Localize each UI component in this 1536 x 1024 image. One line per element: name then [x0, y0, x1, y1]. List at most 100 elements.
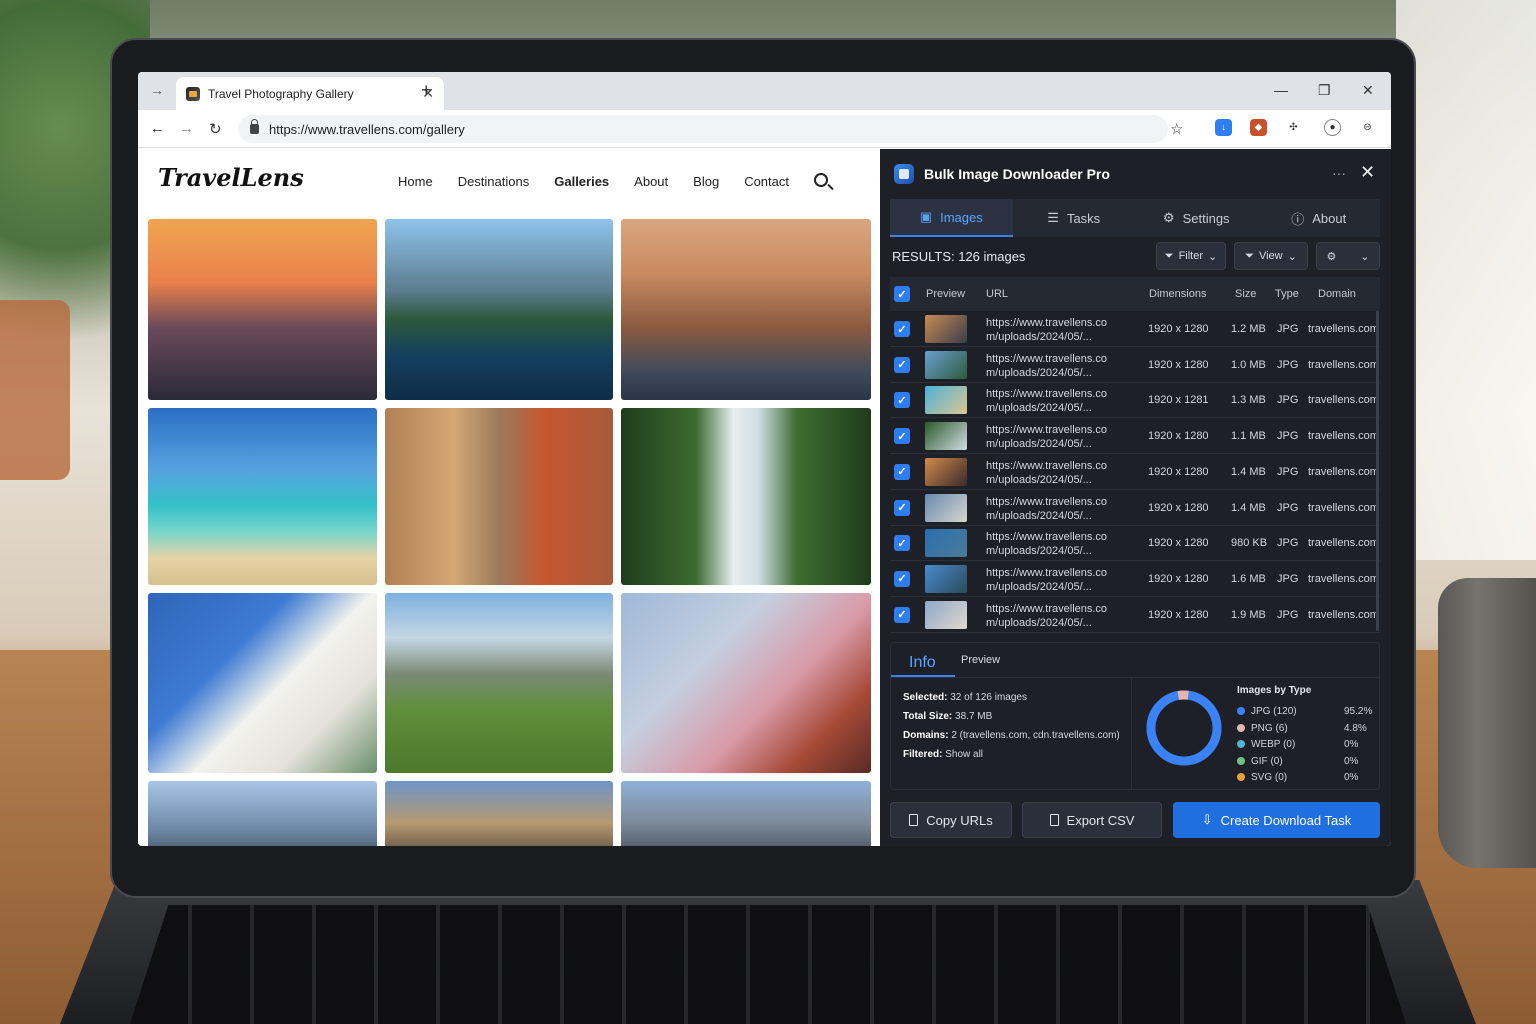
row-url-line1: https://www.travellens.co	[986, 531, 1108, 544]
nav-destinations[interactable]: Destinations	[458, 174, 530, 189]
row-url[interactable]: https://www.travellens.co m/uploads/2024/…	[986, 530, 1107, 558]
row-url[interactable]: https://www.travellens.co m/uploads/2024/…	[986, 566, 1107, 594]
search-icon[interactable]	[814, 173, 828, 187]
tab-tasks[interactable]: ☰ Tasks	[1013, 199, 1136, 237]
row-dimensions: 1920 x 1280	[1148, 358, 1209, 371]
col-size[interactable]: Size	[1235, 288, 1256, 300]
row-checkbox[interactable]: ✓	[894, 606, 910, 623]
extension-red-icon[interactable]: ◆	[1250, 119, 1267, 136]
table-row[interactable]: ✓ https://www.travellens.co m/uploads/2024…	[890, 597, 1380, 633]
row-domain: travellens.com	[1308, 572, 1379, 585]
info-vertical-divider	[1131, 677, 1132, 789]
row-checkbox[interactable]: ✓	[894, 321, 910, 337]
gallery-photo-mountains[interactable]	[148, 781, 377, 846]
more-icon[interactable]: ···	[1332, 165, 1346, 181]
gallery-photo-tropical-beach[interactable]	[148, 408, 377, 585]
table-row[interactable]: ✓ https://www.travellens.co m/uploads/2024…	[890, 347, 1380, 383]
gallery-photo-cliff-village[interactable]	[621, 219, 871, 400]
col-preview[interactable]: Preview	[926, 288, 965, 300]
row-checkbox[interactable]: ✓	[894, 392, 910, 409]
website: TravelLens Home Destinations Galleries A…	[138, 149, 880, 846]
col-domain[interactable]: Domain	[1318, 288, 1356, 300]
col-type[interactable]: Type	[1275, 288, 1299, 300]
restore-icon[interactable]: ❐	[1318, 82, 1331, 99]
row-url[interactable]: https://www.travellens.co m/uploads/2024/…	[986, 352, 1107, 380]
col-url[interactable]: URL	[986, 288, 1008, 300]
close-window-icon[interactable]: ✕	[1362, 82, 1374, 99]
row-checkbox[interactable]: ✓	[894, 570, 910, 587]
row-url[interactable]: https://www.travellens.co m/uploads/2024/…	[986, 316, 1107, 344]
nav-contact[interactable]: Contact	[744, 174, 789, 189]
options-button[interactable]: ⚙ ⌄	[1316, 242, 1380, 270]
url-field[interactable]: https://www.travellens.com/gallery	[238, 115, 1168, 143]
table-row[interactable]: ✓ https://www.travellens.co m/uploads/2024…	[890, 418, 1380, 455]
forward-icon[interactable]: →	[150, 82, 164, 98]
table-row[interactable]: ✓ https://www.travellens.co m/uploads/2024…	[890, 311, 1380, 347]
gallery-photo-santorini[interactable]	[148, 593, 377, 773]
profile-icon[interactable]: ●	[1324, 119, 1341, 136]
copy-urls-button[interactable]: Copy URLs	[890, 802, 1012, 838]
reload-icon[interactable]: ↻	[209, 120, 222, 138]
gallery-photo-sunset-hiker[interactable]	[148, 219, 377, 400]
row-checkbox[interactable]: ✓	[894, 428, 910, 445]
row-url[interactable]: https://www.travellens.co m/uploads/2024/…	[986, 602, 1107, 630]
table-row[interactable]: ✓ https://www.travellens.co m/uploads/2024…	[890, 490, 1380, 526]
info-icon: ⓘ	[1291, 211, 1305, 227]
bookmark-star-icon[interactable]: ☆	[1170, 120, 1183, 138]
row-url-line1: https://www.travellens.co	[986, 602, 1108, 615]
row-url-line2: m/uploads/2024/05/...	[986, 580, 1092, 593]
forward-nav-icon[interactable]: →	[179, 120, 194, 137]
row-checkbox[interactable]: ✓	[894, 463, 910, 480]
row-url[interactable]: https://www.travellens.co m/uploads/2024/…	[986, 423, 1107, 451]
tab-settings[interactable]: ⚙ Settings	[1135, 199, 1258, 237]
row-thumbnail	[925, 386, 967, 415]
row-thumbnail	[925, 350, 967, 379]
row-url[interactable]: https://www.travellens.co m/uploads/2024/…	[986, 387, 1107, 415]
row-url[interactable]: https://www.travellens.co m/uploads/2024/…	[986, 459, 1107, 487]
new-tab-icon[interactable]: +	[421, 80, 432, 101]
gallery-photo-pagoda-fuji[interactable]	[621, 593, 871, 773]
col-dimensions[interactable]: Dimensions	[1149, 288, 1206, 300]
browser-tab[interactable]: Travel Photography Gallery ✕	[176, 77, 444, 110]
view-button[interactable]: ⏷ View ⌄	[1234, 242, 1308, 270]
table-scrollbar[interactable]	[1376, 311, 1379, 631]
row-url[interactable]: https://www.travellens.co m/uploads/2024/…	[986, 495, 1107, 523]
extensions-puzzle-icon[interactable]: ✣	[1285, 119, 1302, 136]
gallery-photo-waterfall[interactable]	[621, 408, 871, 585]
tab-about[interactable]: ⓘ About	[1258, 199, 1381, 237]
select-all-checkbox[interactable]: ✓	[894, 286, 910, 302]
minimize-icon[interactable]: —	[1274, 82, 1288, 98]
type-donut-chart	[1146, 690, 1222, 766]
row-checkbox[interactable]: ✓	[894, 499, 910, 516]
info-tab-info[interactable]: Info	[909, 654, 936, 672]
nav-blog[interactable]: Blog	[693, 174, 719, 189]
legend-count: (0)	[1283, 739, 1296, 750]
create-download-task-button[interactable]: ⇩ Create Download Task	[1173, 802, 1380, 838]
row-checkbox[interactable]: ✓	[894, 535, 910, 552]
nav-galleries[interactable]: Galleries	[554, 174, 609, 189]
close-panel-icon[interactable]: ✕	[1360, 162, 1375, 183]
gallery-photo-city-skyline[interactable]	[385, 781, 613, 846]
gallery-photo-old-street[interactable]	[385, 408, 613, 585]
site-logo[interactable]: TravelLens	[158, 163, 304, 192]
nav-about[interactable]: About	[634, 174, 668, 189]
row-type: JPG	[1277, 394, 1299, 407]
row-checkbox[interactable]: ✓	[894, 356, 910, 373]
table-row[interactable]: ✓ https://www.travellens.co m/uploads/2024…	[890, 454, 1380, 490]
nav-home[interactable]: Home	[398, 174, 433, 189]
tab-images[interactable]: ▣ Images	[890, 199, 1013, 237]
filter-button[interactable]: ⏷ Filter ⌄	[1156, 242, 1226, 270]
types-title: Images by Type	[1237, 685, 1312, 696]
extension-downloader-icon[interactable]: ↓	[1215, 119, 1232, 136]
gallery-photo-mountain-lake[interactable]	[385, 219, 613, 400]
info-tab-preview[interactable]: Preview	[961, 654, 1000, 666]
export-csv-button[interactable]: Export CSV	[1022, 802, 1162, 838]
table-row[interactable]: ✓ https://www.travellens.co m/uploads/2024…	[890, 561, 1380, 597]
gallery-photo-alpine-valley[interactable]	[385, 593, 613, 773]
menu-icon[interactable]: ⊖	[1359, 119, 1376, 136]
table-row[interactable]: ✓ https://www.travellens.co m/uploads/2024…	[890, 382, 1380, 419]
table-row[interactable]: ✓ https://www.travellens.co m/uploads/2024…	[890, 525, 1380, 562]
back-icon[interactable]: ←	[150, 120, 165, 137]
file-icon	[1049, 814, 1059, 826]
gallery-photo-towers[interactable]	[621, 781, 871, 846]
